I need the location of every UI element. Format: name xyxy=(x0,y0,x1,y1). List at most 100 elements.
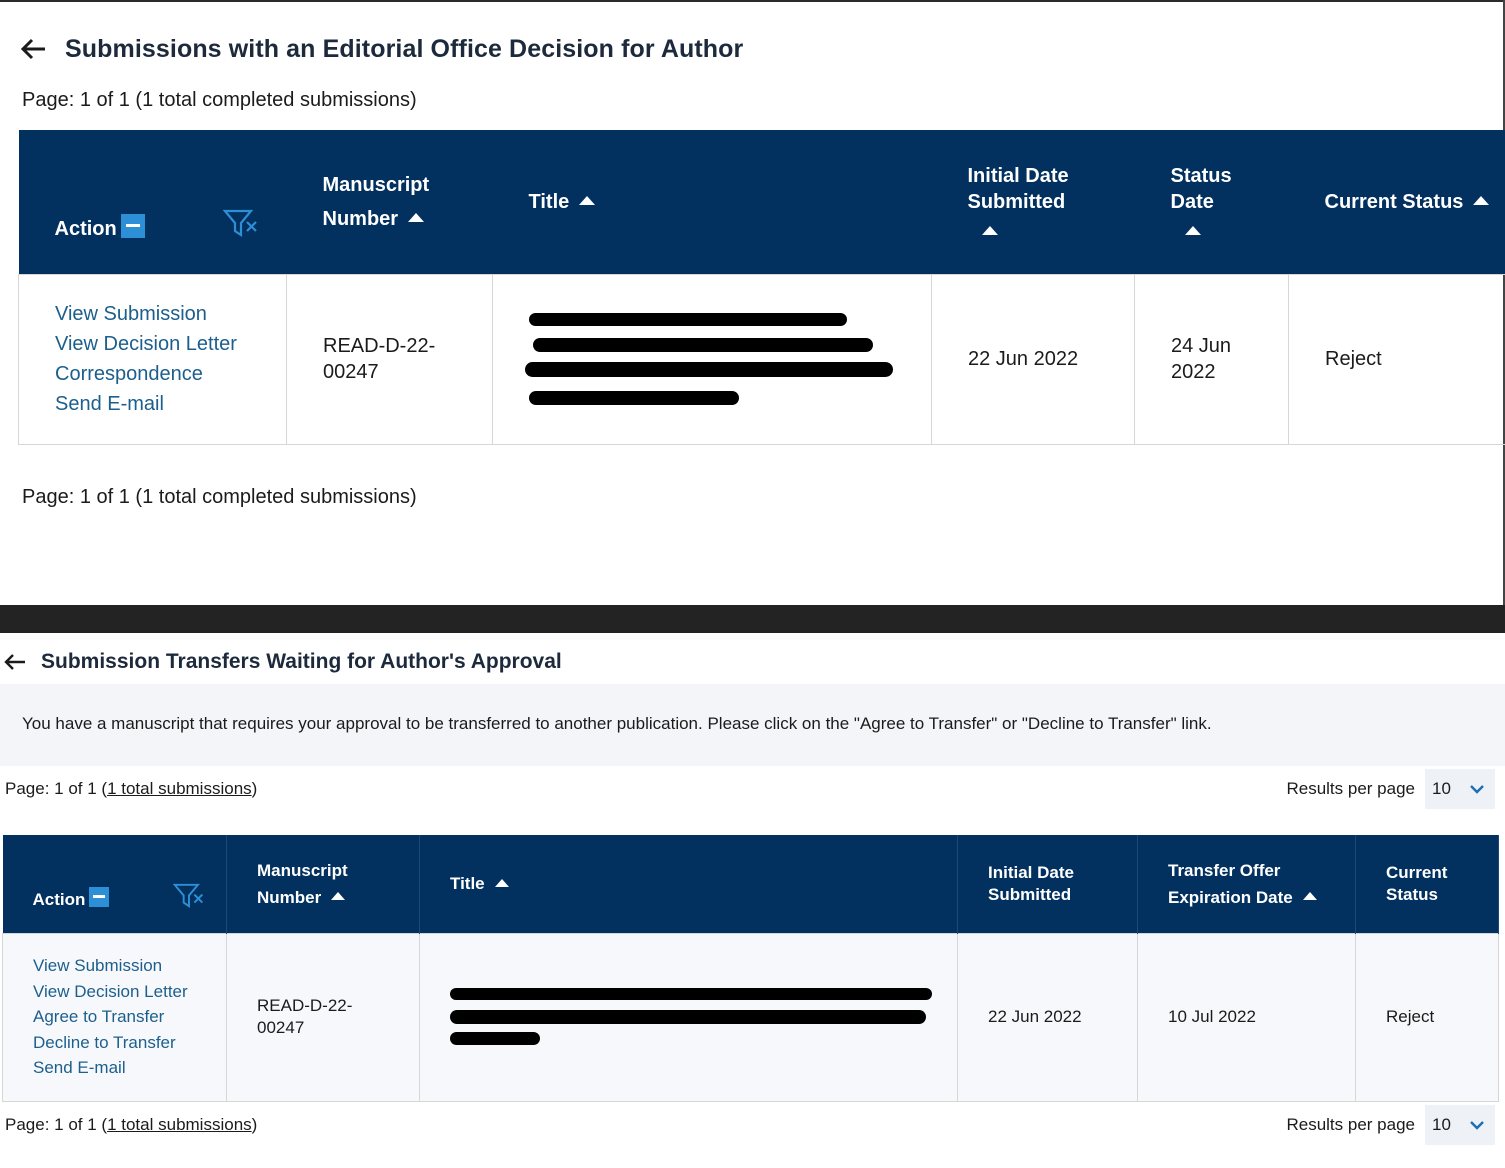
top-border xyxy=(0,0,1505,2)
manuscript-number-cell: READ-D-22- 00247 xyxy=(226,932,420,1102)
decline-to-transfer-link[interactable]: Decline to Transfer xyxy=(33,1030,226,1056)
action-links: View Submission View Decision Letter Agr… xyxy=(2,932,227,1102)
results-per-page-label: Results per page xyxy=(1286,1115,1415,1134)
chevron-down-icon xyxy=(1470,1121,1484,1130)
status-date-l2: 2022 xyxy=(1171,361,1216,383)
screenshot-separator xyxy=(0,605,1505,633)
manuscript-number-l2: 00247 xyxy=(257,1018,305,1037)
sort-asc-icon[interactable] xyxy=(1184,225,1201,235)
total-submissions-link[interactable]: 1 total submissions xyxy=(107,779,252,798)
results-per-page-value: 10 xyxy=(1432,779,1451,798)
col-action-label: Action xyxy=(54,217,117,240)
view-submission-link[interactable]: View Submission xyxy=(33,953,226,979)
send-email-link[interactable]: Send E-mail xyxy=(55,389,286,419)
table-header-row: Action Manuscript Number Title Initial D… xyxy=(18,130,1505,274)
col-current-status: Current Status xyxy=(1355,835,1499,933)
send-email-link[interactable]: Send E-mail xyxy=(33,1055,226,1081)
back-arrow-icon[interactable] xyxy=(18,34,48,64)
section2-header: Submission Transfers Waiting for Author'… xyxy=(3,650,562,674)
sort-asc-icon[interactable] xyxy=(1302,892,1317,901)
results-per-page-select[interactable]: 10 xyxy=(1425,1105,1495,1145)
col-current-status[interactable]: Current Status xyxy=(1288,130,1505,274)
col-status-l2: Date xyxy=(1170,190,1214,213)
transfer-notice: You have a manuscript that requires your… xyxy=(0,684,1505,766)
page-info-top: Page: 1 of 1 (1 total submissions) xyxy=(5,779,257,799)
col-manuscript-l1: Manuscript xyxy=(257,860,348,880)
col-current-status-label: Current Status xyxy=(1324,190,1464,213)
col-title[interactable]: Title xyxy=(419,835,958,933)
col-transfer-expiration[interactable]: Transfer Offer Expiration Date xyxy=(1137,835,1356,933)
sort-asc-icon[interactable] xyxy=(579,195,596,205)
clear-filter-icon[interactable] xyxy=(222,208,259,238)
table-row: View Submission View Decision Letter Agr… xyxy=(2,932,1499,1102)
col-initial-l2: Submitted xyxy=(967,190,1066,213)
results-per-page-select[interactable]: 10 xyxy=(1425,769,1495,809)
manuscript-number-cell: READ-D-22- 00247 xyxy=(286,273,493,445)
decision-table: Action Manuscript Number Title Initial D… xyxy=(18,130,1505,445)
status-date-cell: 24 Jun 2022 xyxy=(1134,273,1289,445)
sort-asc-icon[interactable] xyxy=(1473,195,1490,205)
col-manuscript-l2: Number xyxy=(322,207,399,230)
current-status-cell: Reject xyxy=(1355,932,1499,1102)
current-status-cell: Reject xyxy=(1288,273,1505,445)
page-suffix: ) xyxy=(251,779,258,798)
col-transfer-l1: Transfer Offer xyxy=(1168,860,1281,880)
sort-asc-icon[interactable] xyxy=(408,212,425,222)
expiration-date-cell: 10 Jul 2022 xyxy=(1137,932,1356,1102)
page-prefix: Page: 1 of 1 ( xyxy=(5,779,108,798)
correspondence-link[interactable]: Correspondence xyxy=(55,359,286,389)
total-submissions-link[interactable]: 1 total submissions xyxy=(107,1115,252,1134)
results-per-page: Results per page 10 xyxy=(1286,1105,1495,1145)
sort-asc-icon[interactable] xyxy=(494,878,509,887)
clear-filter-icon[interactable] xyxy=(172,882,205,909)
results-per-page-label: Results per page xyxy=(1286,779,1415,798)
page-prefix: Page: 1 of 1 ( xyxy=(5,1115,108,1134)
view-decision-letter-link[interactable]: View Decision Letter xyxy=(55,329,286,359)
col-initial-date: Initial Date Submitted xyxy=(957,835,1138,933)
action-links: View Submission View Decision Letter Cor… xyxy=(18,273,287,445)
col-title-label: Title xyxy=(528,190,570,213)
collapse-icon[interactable] xyxy=(89,887,110,908)
back-arrow-icon[interactable] xyxy=(3,650,27,674)
section1-header: Submissions with an Editorial Office Dec… xyxy=(18,34,743,64)
col-initial-l2: Submitted xyxy=(988,884,1072,904)
manuscript-number-l1: READ-D-22- xyxy=(323,335,436,357)
page-info-bottom: Page: 1 of 1 (1 total submissions) xyxy=(5,1115,257,1135)
title-cell xyxy=(492,273,932,445)
col-manuscript-number[interactable]: Manuscript Number xyxy=(286,130,493,274)
redacted-title xyxy=(525,305,931,413)
view-submission-link[interactable]: View Submission xyxy=(55,299,286,329)
page-info-bottom: Page: 1 of 1 (1 total completed submissi… xyxy=(22,486,417,508)
col-manuscript-l1: Manuscript xyxy=(322,173,430,196)
col-title[interactable]: Title xyxy=(492,130,932,274)
view-decision-letter-link[interactable]: View Decision Letter xyxy=(33,979,226,1005)
agree-to-transfer-link[interactable]: Agree to Transfer xyxy=(33,1004,226,1030)
col-action: Action xyxy=(18,130,287,274)
initial-date-cell: 22 Jun 2022 xyxy=(931,273,1135,445)
col-status-date[interactable]: Status Date xyxy=(1134,130,1289,274)
col-initial-l1: Initial Date xyxy=(967,164,1069,187)
collapse-icon[interactable] xyxy=(120,214,145,239)
col-action-label: Action xyxy=(32,889,86,909)
page-info-top: Page: 1 of 1 (1 total completed submissi… xyxy=(22,89,417,111)
table-row: View Submission View Decision Letter Cor… xyxy=(18,273,1505,445)
col-current-l1: Current xyxy=(1386,862,1448,882)
col-current-l2: Status xyxy=(1386,884,1438,904)
page-title: Submissions with an Editorial Office Dec… xyxy=(65,34,744,63)
col-manuscript-number[interactable]: Manuscript Number xyxy=(226,835,420,933)
sort-asc-icon[interactable] xyxy=(331,892,346,901)
chevron-down-icon xyxy=(1470,785,1484,794)
col-manuscript-l2: Number xyxy=(257,887,322,907)
manuscript-number-l2: 00247 xyxy=(323,361,379,383)
col-transfer-l2: Expiration Date xyxy=(1168,887,1293,907)
results-per-page: Results per page 10 xyxy=(1286,769,1495,809)
col-action: Action xyxy=(2,835,227,933)
col-initial-date[interactable]: Initial Date Submitted xyxy=(931,130,1135,274)
section-title: Submission Transfers Waiting for Author'… xyxy=(41,650,562,673)
initial-date-cell: 22 Jun 2022 xyxy=(957,932,1138,1102)
page-suffix: ) xyxy=(251,1115,258,1134)
transfer-table: Action Manuscript Number Title Initial D… xyxy=(2,835,1499,1102)
sort-asc-icon[interactable] xyxy=(981,225,998,235)
title-cell xyxy=(419,932,958,1102)
redacted-title xyxy=(450,984,957,1050)
